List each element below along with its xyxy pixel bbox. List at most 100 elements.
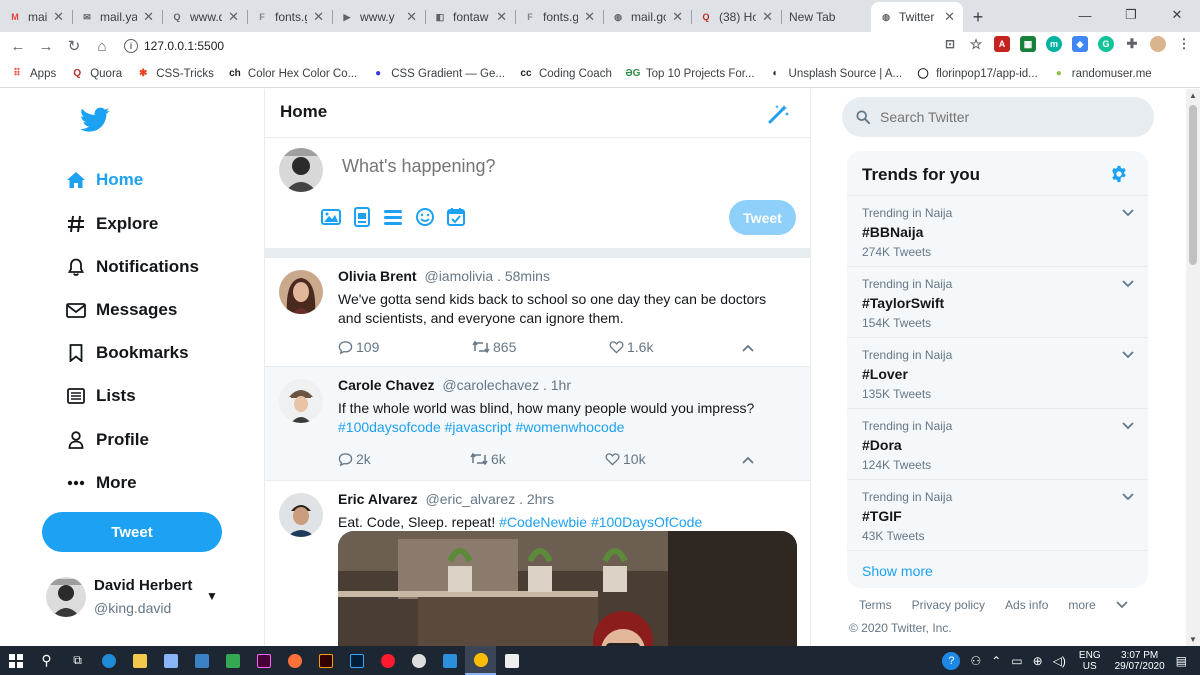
tweet-avatar[interactable]	[279, 493, 323, 537]
sheets-extension-icon[interactable]: ▦	[1020, 36, 1036, 52]
close-tab-icon[interactable]: ✕	[406, 9, 417, 25]
browser-tab[interactable]: ◍ mail.go ✕	[603, 2, 691, 32]
windows-start-icon[interactable]	[0, 646, 31, 675]
minimize-button[interactable]: —	[1062, 0, 1108, 30]
bookmark-item[interactable]: cc Coding Coach	[519, 67, 611, 81]
sidebar-item-messages[interactable]: Messages	[66, 300, 177, 320]
menu-icon[interactable]: ⋮	[1176, 36, 1192, 52]
footer-link[interactable]: Terms	[859, 598, 892, 612]
new-tab-button[interactable]: +	[963, 2, 993, 32]
close-tab-icon[interactable]: ✕	[762, 9, 773, 25]
reply-button[interactable]: 2k	[338, 451, 371, 467]
close-tab-icon[interactable]: ✕	[228, 9, 239, 25]
gif-icon[interactable]	[352, 207, 372, 227]
bookmark-item[interactable]: ✱ CSS-Tricks	[136, 67, 214, 81]
vscode-icon[interactable]	[434, 646, 465, 675]
compose-tweet-button[interactable]: Tweet	[729, 200, 796, 235]
star-icon[interactable]: ☆	[968, 36, 984, 52]
browser-tab[interactable]: Qwww.q ✕	[162, 2, 247, 32]
bookmark-item[interactable]: ◯ florinpop17/app-id...	[916, 67, 1038, 81]
pdf-extension-icon[interactable]: A	[994, 36, 1010, 52]
schedule-icon[interactable]	[446, 207, 466, 227]
back-button[interactable]: ←	[4, 38, 32, 55]
reply-button[interactable]: 109	[338, 339, 379, 355]
browser-tab[interactable]: ✉ mail.ya ✕	[72, 2, 162, 32]
chrome-icon[interactable]	[465, 646, 496, 675]
twitter-logo-icon[interactable]	[80, 107, 110, 133]
image-icon[interactable]	[321, 207, 341, 227]
chevron-down-icon[interactable]	[1122, 277, 1134, 289]
grammarly-icon[interactable]: G	[1098, 36, 1114, 52]
close-tab-icon[interactable]: ✕	[313, 9, 324, 25]
photoshop-icon[interactable]	[341, 646, 372, 675]
language-indicator[interactable]: ENG US	[1079, 650, 1101, 672]
profile-avatar-icon[interactable]	[1150, 36, 1166, 52]
bookmark-item[interactable]: ● randomuser.me	[1052, 67, 1152, 81]
tweet-author[interactable]: Eric Alvarez	[338, 491, 418, 507]
forward-button[interactable]: →	[32, 38, 60, 55]
sidebar-item-notifications[interactable]: Notifications	[66, 257, 199, 277]
close-tab-icon[interactable]: ✕	[53, 9, 64, 25]
bookmark-item[interactable]: ƏG Top 10 Projects For...	[625, 67, 754, 81]
scrollbar-thumb[interactable]	[1189, 105, 1197, 265]
close-window-button[interactable]: ✕	[1154, 0, 1200, 30]
volume-icon[interactable]: ◁)	[1053, 654, 1066, 668]
extension-icon[interactable]: ◆	[1072, 36, 1088, 52]
gear-icon[interactable]	[1110, 165, 1128, 183]
like-button[interactable]: 1.6k	[609, 339, 653, 355]
obs-icon[interactable]	[403, 646, 434, 675]
task-view-icon[interactable]: ⧉	[62, 646, 93, 675]
chevron-down-icon[interactable]	[1116, 598, 1128, 612]
footer-link[interactable]: more	[1068, 598, 1095, 612]
battery-icon[interactable]: ▭	[1011, 654, 1022, 668]
store-icon[interactable]	[155, 646, 186, 675]
close-tab-icon[interactable]: ✕	[496, 9, 507, 25]
scroll-up-icon[interactable]: ▲	[1186, 91, 1200, 100]
sidebar-item-more[interactable]: More	[66, 473, 137, 493]
info-icon[interactable]: i	[124, 39, 138, 53]
mail-icon[interactable]	[186, 646, 217, 675]
account-switcher[interactable]: David Herbert @king.david ▼	[46, 575, 236, 619]
search-icon[interactable]: ⚲	[31, 646, 62, 675]
opera-icon[interactable]	[372, 646, 403, 675]
chevron-down-icon[interactable]	[1122, 206, 1134, 218]
chevron-down-icon[interactable]	[1122, 419, 1134, 431]
close-tab-icon[interactable]: ✕	[672, 9, 683, 25]
chevron-down-icon[interactable]	[1122, 348, 1134, 360]
file-explorer-icon[interactable]	[124, 646, 155, 675]
chevron-down-icon[interactable]	[1122, 490, 1134, 502]
bookmark-item[interactable]: Q Quora	[70, 67, 122, 81]
sparkle-icon[interactable]	[768, 104, 790, 124]
retweet-button[interactable]: 6k	[470, 451, 506, 467]
close-tab-icon[interactable]: ✕	[584, 9, 595, 25]
tweet-author[interactable]: Carole Chavez	[338, 377, 434, 393]
tweet[interactable]: Carole Chavez @carolechavez . 1hr If the…	[265, 367, 810, 481]
browser-tab[interactable]: Q (38) Ho ✕	[691, 2, 781, 32]
sidebar-item-lists[interactable]: Lists	[66, 386, 136, 406]
help-icon[interactable]: ?	[942, 651, 961, 670]
close-tab-icon[interactable]: ✕	[143, 9, 154, 25]
reload-button[interactable]: ↻	[60, 37, 88, 55]
chevron-up-icon[interactable]	[742, 451, 754, 467]
search-box[interactable]	[842, 97, 1154, 137]
page-scrollbar[interactable]: ▲ ▼	[1186, 89, 1200, 646]
trend-item[interactable]: Trending in Naija #TaylorSwift 154K Tweets	[847, 267, 1148, 338]
tweet-hashtags[interactable]: #CodeNewbie #100DaysOfCode	[499, 514, 702, 530]
tweet-hashtags[interactable]: #100daysofcode #javascript #womenwhocode	[338, 419, 624, 435]
tweet[interactable]: Olivia Brent @iamolivia . 58mins We've g…	[265, 258, 810, 367]
tweet-image[interactable]	[338, 531, 797, 646]
bookmark-item[interactable]: ch Color Hex Color Co...	[228, 67, 357, 81]
trend-item[interactable]: Trending in Naija #Dora 124K Tweets	[847, 409, 1148, 480]
chevron-up-icon[interactable]: ⌃	[991, 654, 1001, 668]
tweet[interactable]: Eric Alvarez @eric_alvarez . 2hrs Eat. C…	[265, 481, 810, 646]
footer-link[interactable]: Ads info	[1005, 598, 1048, 612]
photos-icon[interactable]	[496, 646, 527, 675]
browser-tab[interactable]: New Tab	[781, 2, 871, 32]
bookmark-item[interactable]: ⠿ Apps	[10, 67, 56, 81]
emoji-icon[interactable]	[415, 207, 435, 227]
browser-tab[interactable]: Ffonts.g ✕	[515, 2, 603, 32]
notification-icon[interactable]: ▤	[1176, 654, 1187, 668]
browser-tab[interactable]: Mmail.go ✕	[0, 2, 72, 32]
search-input[interactable]	[880, 109, 1130, 125]
edge-icon[interactable]	[93, 646, 124, 675]
